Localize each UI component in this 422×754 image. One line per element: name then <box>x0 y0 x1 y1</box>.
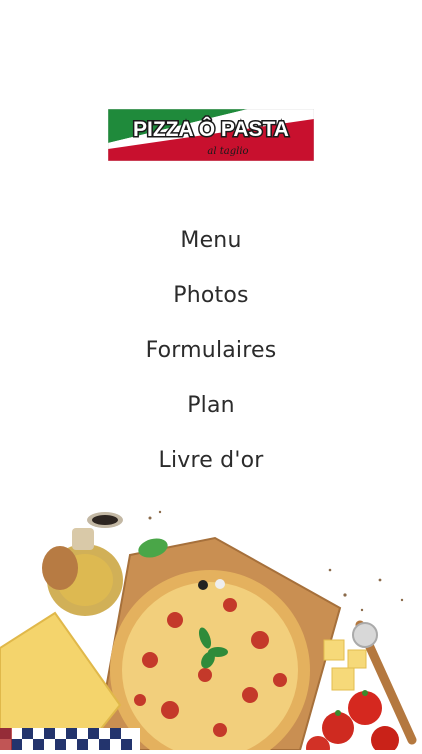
menu-item-photos[interactable]: Photos <box>173 268 248 323</box>
checkered-cloth <box>0 728 140 750</box>
food-illustration <box>0 500 422 754</box>
menu-item-formulaires[interactable]: Formulaires <box>146 323 277 378</box>
cheese-wedge <box>0 611 122 731</box>
menu-item-menu[interactable]: Menu <box>180 213 241 268</box>
tomatoes <box>306 690 399 754</box>
main-menu: Menu Photos Formulaires Plan Livre d'or <box>0 213 422 488</box>
oil-bottle <box>42 528 123 616</box>
cheese-cubes <box>323 639 367 691</box>
logo-subtitle: al taglio <box>207 146 248 157</box>
logo-title: PIZZA Ô PASTA <box>133 117 289 141</box>
pepper-spoon <box>87 512 123 528</box>
menu-item-plan[interactable]: Plan <box>187 378 235 433</box>
menu-item-livre-dor[interactable]: Livre d'or <box>159 433 264 488</box>
restaurant-logo: PIZZA Ô PASTA al taglio <box>108 109 314 161</box>
